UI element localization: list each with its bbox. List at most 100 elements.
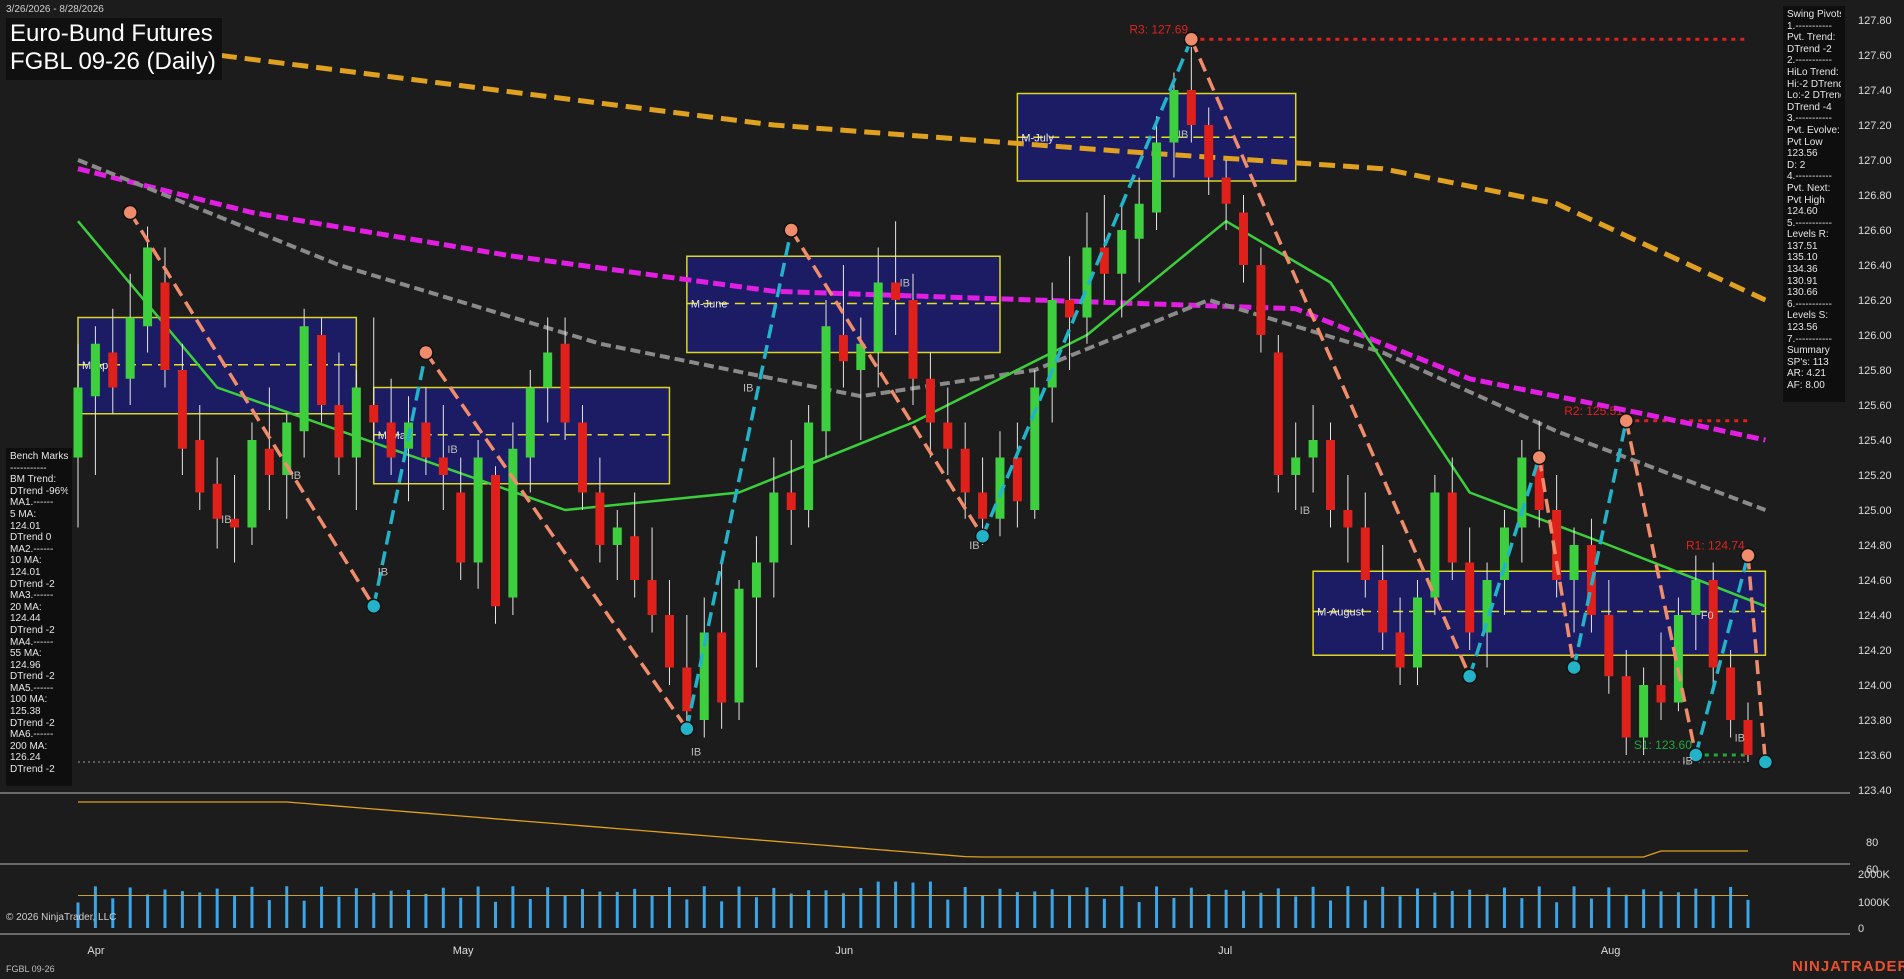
price-axis-tick: 124.20 xyxy=(1858,645,1892,657)
panel-line: DTrend -2 xyxy=(10,624,55,636)
candle-body xyxy=(786,492,796,510)
candle-body xyxy=(1065,300,1075,318)
volume-bar xyxy=(1381,886,1385,928)
volume-bar xyxy=(180,891,184,928)
volume-bar xyxy=(1207,894,1211,928)
instrument-footer: FGBL 09-26 xyxy=(6,964,55,974)
time-axis-label: Aug xyxy=(1601,945,1621,957)
pivot-low-marker xyxy=(1566,659,1582,676)
volume-bar xyxy=(1155,886,1159,928)
ib-label: IB xyxy=(1300,505,1310,517)
panel-line: Pvt. Evolve: xyxy=(1787,124,1840,136)
panel-line: Levels S: xyxy=(1787,310,1829,322)
candle-body xyxy=(1204,125,1214,178)
volume-bar xyxy=(1276,888,1280,928)
pivot-low-marker xyxy=(679,721,695,737)
ib-label: IB xyxy=(900,278,910,290)
time-axis-label: Jun xyxy=(835,945,853,957)
candle-body xyxy=(1447,492,1457,563)
volume-bar xyxy=(1659,891,1663,928)
panel-line: DTrend -2 xyxy=(10,578,55,590)
candle-body xyxy=(908,300,918,379)
pivot-high-marker xyxy=(1531,449,1547,466)
candle-body xyxy=(438,457,448,475)
volume-bar xyxy=(928,881,932,928)
price-axis-tick: 126.60 xyxy=(1858,225,1892,237)
candle-body xyxy=(1621,676,1631,738)
volume-bar xyxy=(580,889,584,928)
ib-label: IB xyxy=(378,566,388,578)
panel-line: 2.----------- xyxy=(1787,55,1832,67)
price-axis-tick: 125.60 xyxy=(1858,400,1892,412)
candle-body xyxy=(1152,142,1162,213)
volume-bar xyxy=(1068,894,1072,928)
panel-line: AF: 8.00 xyxy=(1787,380,1825,391)
price-axis-tick: 125.80 xyxy=(1858,365,1892,377)
volume-bar xyxy=(546,887,550,928)
volume-bar xyxy=(1694,888,1698,928)
price-axis-tick: 127.00 xyxy=(1858,155,1892,167)
panel-line: DTrend -2 xyxy=(10,764,55,776)
panel-line: DTrend -96% xyxy=(10,485,68,497)
candle-body xyxy=(1221,177,1231,204)
volume-bar xyxy=(1259,892,1263,928)
price-axis-tick: 124.40 xyxy=(1858,610,1892,622)
volume-bar xyxy=(320,886,324,928)
ib-label: IB xyxy=(447,444,457,456)
panel-line: 124.96 xyxy=(10,659,41,671)
ib-label: IB xyxy=(743,383,753,395)
ib-label: IB xyxy=(969,540,979,552)
volume-bar xyxy=(1607,887,1611,928)
panel-line: Levels R: xyxy=(1787,229,1829,241)
volume-bar xyxy=(424,893,428,928)
candle-body xyxy=(90,343,100,397)
panel-line: 123.56 xyxy=(1787,322,1818,334)
volume-bar xyxy=(198,892,202,928)
panel-line: Pvt. Next: xyxy=(1787,182,1831,194)
candle-body xyxy=(1639,685,1649,738)
panel-line: 20 MA: xyxy=(10,601,42,613)
candle-body xyxy=(1343,510,1353,528)
volume-bar xyxy=(894,881,898,928)
ib-label: IB xyxy=(1735,733,1745,745)
volume-bar xyxy=(1189,887,1193,928)
indicator-axis-tick: 80 xyxy=(1866,837,1878,849)
volume-bar xyxy=(667,887,671,928)
price-axis-tick: 124.60 xyxy=(1858,575,1892,587)
volume-bar xyxy=(1746,899,1750,928)
panel-line: 137.51 xyxy=(1787,240,1818,252)
volume-bar xyxy=(563,895,567,928)
candle-body xyxy=(734,588,744,703)
volume-bar xyxy=(685,899,689,928)
candle-body xyxy=(177,370,187,449)
candle-body xyxy=(664,615,674,668)
volume-bar xyxy=(963,886,967,928)
price-axis-tick: 123.60 xyxy=(1858,750,1892,762)
volume-bar xyxy=(1537,886,1541,928)
pivot-high-marker xyxy=(418,344,434,361)
volume-bar xyxy=(250,886,254,928)
price-axis-tick: 125.00 xyxy=(1858,505,1892,517)
price-axis-tick: 126.00 xyxy=(1858,330,1892,342)
volume-bar xyxy=(354,888,358,928)
candle-body xyxy=(960,448,970,493)
candle-body xyxy=(1134,203,1144,239)
panel-line: ----------- xyxy=(10,462,47,474)
volume-bar xyxy=(441,887,445,928)
panel-line: MA5.------ xyxy=(10,682,54,694)
volume-bar xyxy=(876,881,880,928)
price-axis-tick: 124.00 xyxy=(1858,680,1892,692)
price-axis-tick: 126.80 xyxy=(1858,190,1892,202)
panel-line: BM Trend: xyxy=(10,474,57,486)
volume-bar xyxy=(1624,894,1628,928)
panel-line: 130.66 xyxy=(1787,287,1818,299)
candle-body xyxy=(456,492,466,563)
volume-bar xyxy=(1311,886,1315,928)
panel-line: Summary xyxy=(1787,345,1830,357)
volume-bar xyxy=(1015,892,1019,928)
panel-line: 124.01 xyxy=(10,566,41,578)
price-axis-tick: 127.20 xyxy=(1858,120,1892,132)
volume-bar xyxy=(1502,887,1506,928)
volume-bar xyxy=(1711,895,1715,928)
price-chart[interactable]: M-AprilM-MayM-JuneM-JulyM-August R3: 127… xyxy=(0,0,1904,979)
